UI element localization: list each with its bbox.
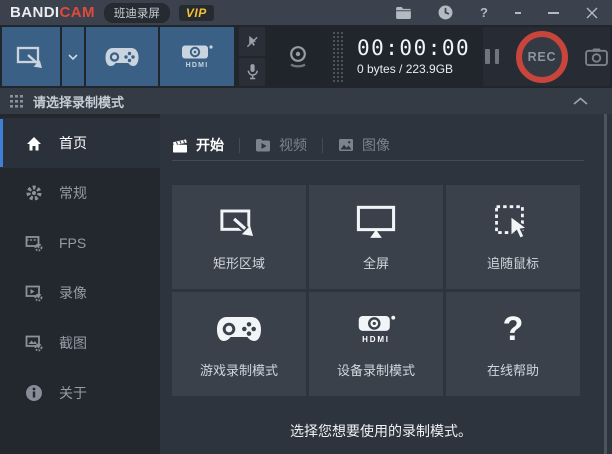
section-title: 请选择录制模式 [33, 94, 125, 110]
collapse-panel-button[interactable] [573, 97, 602, 105]
gear-icon [26, 185, 42, 201]
gamepad-icon [105, 47, 139, 66]
tab-start[interactable]: 开始 [172, 135, 224, 155]
clapperboard-icon [173, 138, 187, 152]
game-recording-mode-button[interactable] [86, 27, 158, 86]
sidebar-item-general[interactable]: 常规 [0, 168, 160, 218]
logo-bandi: BANDI [10, 4, 60, 21]
recording-toolbar: HDMI 00:00:00 0 bytes / 223.9GB REC [0, 25, 612, 88]
mouse-effect-toggle[interactable] [239, 27, 265, 56]
schedule-clock-icon[interactable] [438, 5, 453, 20]
mode-card-game-recording[interactable]: 游戏录制模式 [172, 292, 306, 396]
microphone-icon [247, 64, 258, 80]
question-mark-icon: ? [502, 310, 524, 348]
mode-card-label: 游戏录制模式 [199, 363, 278, 378]
tab-video[interactable]: 视频 [255, 135, 307, 155]
screenshot-button[interactable] [585, 47, 608, 66]
recording-timer: 00:00:00 [357, 36, 471, 60]
rec-button[interactable]: REC [516, 30, 568, 83]
mode-card-online-help[interactable]: ? 在线帮助 [446, 292, 580, 396]
fps-icon [25, 236, 43, 252]
sidebar-item-fps[interactable]: FPS [0, 218, 160, 268]
webcam-toggle[interactable] [269, 27, 327, 86]
video-tab-icon [256, 139, 270, 152]
recording-status: 00:00:00 0 bytes / 223.9GB [347, 27, 481, 86]
rect-region-icon [217, 202, 261, 242]
mode-card-label: 矩形区域 [212, 256, 265, 271]
follow-mouse-icon [493, 202, 533, 242]
mode-card-rect-region[interactable]: 矩形区域 [172, 185, 306, 289]
cursor-disabled-icon [246, 35, 258, 47]
video-settings-icon [25, 285, 43, 302]
webcam-icon [290, 45, 306, 67]
hdmi-label: HDMI [362, 335, 390, 344]
sidebar-item-label: 截图 [59, 335, 87, 351]
sidebar-item-screenshot[interactable]: 截图 [0, 318, 160, 368]
overlay-toggle-column [239, 27, 265, 86]
vip-badge[interactable]: VIP [178, 4, 214, 21]
mode-card-fullscreen[interactable]: 全屏 [309, 185, 443, 289]
titlebar-controls: ? [396, 5, 602, 20]
toolbar-drag-handle[interactable] [332, 31, 344, 82]
mode-select-hint: 选择您想要使用的录制模式。 [290, 423, 472, 439]
fullscreen-icon [356, 202, 396, 242]
minimize-icon[interactable] [548, 11, 559, 14]
screen-recording-mode-button[interactable] [2, 27, 60, 86]
sidebar-item-label: 关于 [59, 385, 87, 401]
main-area: 首页 常规 FPS 录像 截图 关于 开始 视频 图像 矩形区域 全屏 追随鼠标… [0, 114, 612, 454]
chevron-down-icon [68, 53, 78, 60]
storage-status: 0 bytes / 223.9GB [357, 62, 454, 76]
tab-label: 图像 [362, 137, 390, 153]
tab-bar: 开始 视频 图像 [172, 130, 584, 161]
logo-cam: CAM [59, 4, 95, 21]
mode-card-follow-mouse[interactable]: 追随鼠标 [446, 185, 580, 289]
game-mode-icon [215, 309, 263, 349]
help-icon[interactable]: ? [480, 5, 488, 20]
mode-select-header: 请选择录制模式 [0, 88, 612, 114]
hdmi-label: HDMI [185, 62, 209, 69]
grid-icon[interactable] [10, 94, 23, 108]
tab-image[interactable]: 图像 [338, 135, 390, 155]
mode-card-label: 追随鼠标 [486, 256, 539, 271]
record-control-zone: REC [483, 27, 610, 86]
hdmi-device-icon [182, 45, 213, 59]
close-icon[interactable] [586, 7, 598, 19]
sidebar-item-home[interactable]: 首页 [0, 118, 160, 168]
home-icon [27, 136, 41, 150]
sidebar-item-about[interactable]: 关于 [0, 368, 160, 418]
camera-icon [585, 47, 608, 66]
device-recording-mode-button[interactable]: HDMI [160, 27, 234, 86]
device-mode-icon: HDMI [353, 309, 399, 349]
screenshot-settings-icon [25, 335, 43, 352]
image-tab-icon [339, 139, 353, 151]
content-panel: 开始 视频 图像 矩形区域 全屏 追随鼠标 游戏录制模式 HDMI 设备录制模式… [160, 114, 612, 454]
sidebar-item-video[interactable]: 录像 [0, 268, 160, 318]
sidebar-item-label: 录像 [59, 285, 87, 301]
rect-arrow-icon [16, 46, 42, 68]
recording-mode-dropdown[interactable] [62, 27, 84, 86]
mode-grid: 矩形区域 全屏 追随鼠标 游戏录制模式 HDMI 设备录制模式 ? 在线帮助 [172, 185, 612, 396]
titlebar: BANDI CAM 班迪录屏 VIP ? [0, 0, 612, 25]
microphone-toggle[interactable] [239, 57, 265, 86]
sidebar-item-label: 常规 [59, 185, 87, 201]
sidebar-item-label: 首页 [59, 135, 87, 151]
mode-card-label: 设备录制模式 [336, 363, 415, 378]
content-scrollbar[interactable] [604, 114, 607, 454]
tab-separator [239, 137, 240, 153]
chevron-up-icon [573, 97, 588, 105]
info-icon [26, 385, 42, 401]
mode-card-device-recording[interactable]: HDMI 设备录制模式 [309, 292, 443, 396]
tab-label: 视频 [279, 137, 307, 153]
sidebar: 首页 常规 FPS 录像 截图 关于 [0, 114, 160, 454]
tab-separator [322, 137, 323, 153]
mode-card-label: 全屏 [362, 256, 389, 271]
pause-button[interactable] [485, 49, 499, 64]
minimize-to-tray-icon[interactable] [515, 11, 521, 14]
output-folder-icon[interactable] [396, 6, 411, 19]
tab-label: 开始 [196, 137, 224, 153]
mode-card-label: 在线帮助 [486, 363, 539, 378]
app-logo: BANDI CAM [10, 4, 95, 21]
app-name-badge: 班迪录屏 [103, 2, 170, 23]
sidebar-item-label: FPS [59, 235, 87, 251]
